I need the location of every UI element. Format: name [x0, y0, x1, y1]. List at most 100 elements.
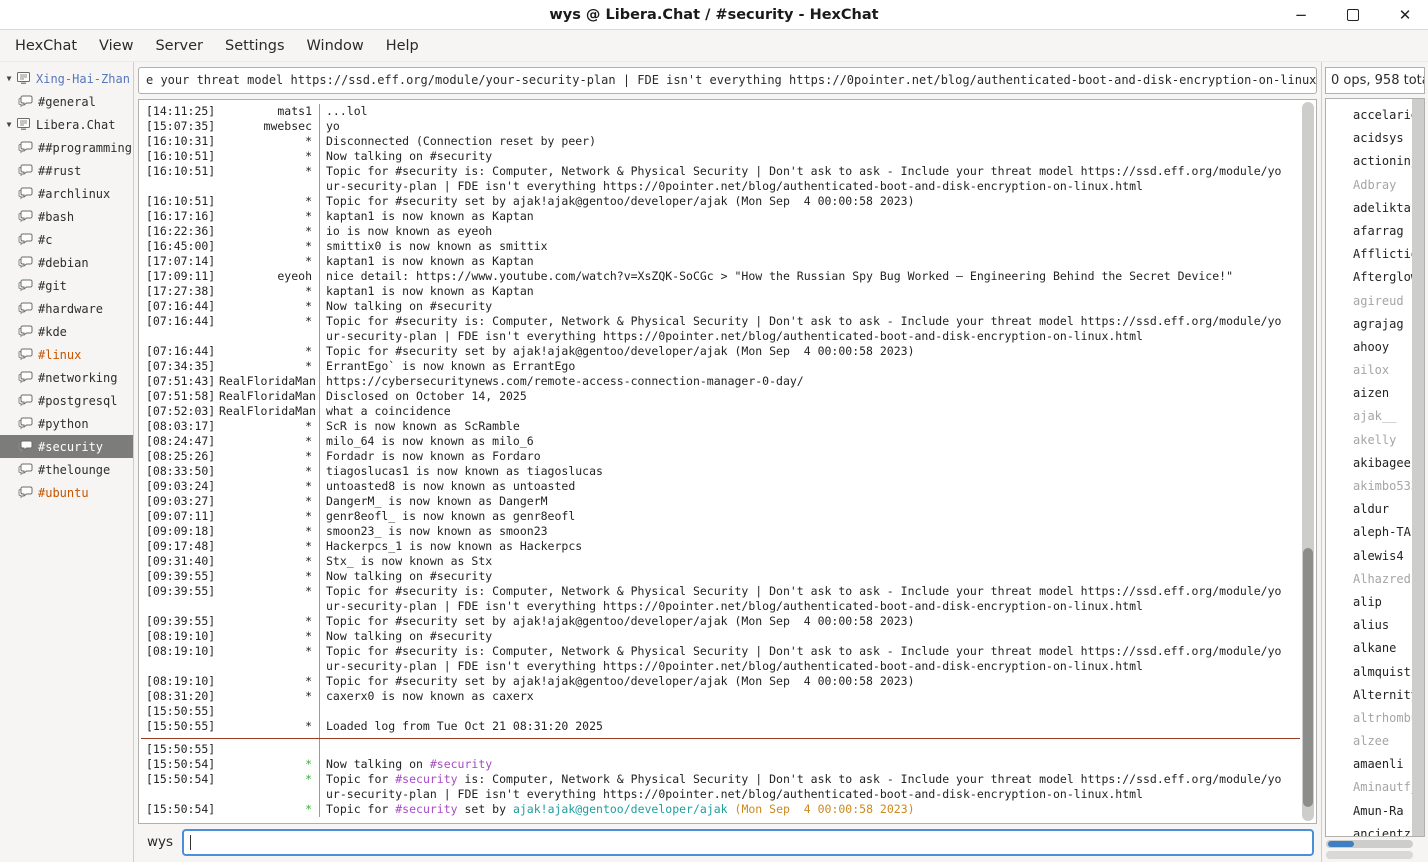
user-list-item[interactable]: akibageek	[1326, 452, 1412, 475]
user-list-item[interactable]: adeliktas	[1326, 197, 1412, 220]
user-list-item[interactable]: ajak__	[1326, 405, 1412, 428]
server-tree: ▼Xing-Hai-Zhan#general▼Libera.Chat##prog…	[0, 62, 134, 862]
user-list-item[interactable]: Aminautf_	[1326, 776, 1412, 799]
message: milo_64 is now known as milo_6	[319, 434, 1300, 449]
message: Topic for #security set by ajak!ajak@gen…	[319, 614, 1300, 629]
userlist-hscrollbar-track[interactable]	[1326, 851, 1413, 859]
sidebar-item-ubuntu[interactable]: #ubuntu	[0, 481, 133, 504]
nick: *	[219, 284, 319, 299]
nick: *	[219, 164, 319, 179]
tree-item-label: Xing-Hai-Zhan	[36, 72, 130, 86]
timestamp: [08:31:20]	[141, 689, 219, 704]
user-list-item[interactable]: alzee	[1326, 730, 1412, 753]
nick: *	[219, 419, 319, 434]
menu-item-help[interactable]: Help	[375, 34, 430, 58]
sidebar-item-bash[interactable]: #bash	[0, 205, 133, 228]
sidebar-item-archlinux[interactable]: #archlinux	[0, 182, 133, 205]
message: Now talking on #security	[319, 299, 1300, 314]
user-list-item[interactable]: altrhombu	[1326, 707, 1412, 730]
user-list-item[interactable]: agrajag	[1326, 313, 1412, 336]
sidebar-item-git[interactable]: #git	[0, 274, 133, 297]
close-icon[interactable]: ✕	[1394, 4, 1416, 26]
sidebar-item-programming[interactable]: ##programming	[0, 136, 133, 159]
user-list-item[interactable]: akimbo533	[1326, 475, 1412, 498]
topic-bar-input[interactable]: e your threat model https://ssd.eff.org/…	[138, 67, 1317, 94]
user-list-item[interactable]: Alhazred	[1326, 568, 1412, 591]
chat-scrollbar-thumb[interactable]	[1303, 548, 1313, 807]
menu-item-window[interactable]: Window	[296, 34, 375, 58]
sidebar-item-rust[interactable]: ##rust	[0, 159, 133, 182]
tree-network-libera.chat[interactable]: ▼Libera.Chat	[0, 113, 133, 136]
minimize-icon[interactable]: −	[1290, 4, 1312, 26]
userlist-hscrollbar[interactable]	[1326, 840, 1413, 848]
menu-item-settings[interactable]: Settings	[214, 34, 295, 58]
sidebar-item-networking[interactable]: #networking	[0, 366, 133, 389]
user-list-item[interactable]: Afterglow	[1326, 266, 1412, 289]
title-bar[interactable]: wys @ Libera.Chat / #security - HexChat …	[0, 0, 1428, 30]
timestamp: [08:25:26]	[141, 449, 219, 464]
sidebar-item-hardware[interactable]: #hardware	[0, 297, 133, 320]
chat-line: [09:39:55]*Now talking on #security	[141, 569, 1300, 584]
maximize-icon[interactable]	[1342, 4, 1364, 26]
userlist-scrollbar-thumb[interactable]	[1412, 99, 1424, 246]
menu-item-view[interactable]: View	[88, 34, 144, 58]
user-list-item[interactable]: Amun-Ra	[1326, 800, 1412, 823]
user-list-item[interactable]: Alternity	[1326, 684, 1412, 707]
channel-icon	[18, 371, 33, 384]
menu-bar: HexChatViewServerSettingsWindowHelp	[0, 30, 1428, 62]
user-list-item[interactable]: alip	[1326, 591, 1412, 614]
user-list-item[interactable]: alius	[1326, 614, 1412, 637]
timestamp: [09:09:18]	[141, 524, 219, 539]
nick: *	[219, 299, 319, 314]
userlist-scrollbar[interactable]	[1412, 99, 1424, 836]
tree-network-xing-hai-zhan[interactable]: ▼Xing-Hai-Zhan	[0, 67, 133, 90]
sidebar-item-postgresql[interactable]: #postgresql	[0, 389, 133, 412]
user-list-item[interactable]: amaenli	[1326, 753, 1412, 776]
user-list-item[interactable]: aldur	[1326, 498, 1412, 521]
nick: *	[219, 719, 319, 734]
timestamp: [15:50:55]	[141, 742, 219, 757]
user-list-item[interactable]: Afflictio	[1326, 243, 1412, 266]
user-list-item[interactable]: ailox	[1326, 359, 1412, 382]
message: Now talking on #security	[319, 149, 1300, 164]
user-list-item[interactable]: almquist	[1326, 661, 1412, 684]
nick: RealFloridaMan	[219, 374, 319, 389]
user-list-item[interactable]: aleph-TA	[1326, 521, 1412, 544]
timestamp: [09:03:24]	[141, 479, 219, 494]
message-input[interactable]	[182, 829, 1314, 856]
menu-item-hexchat[interactable]: HexChat	[4, 34, 88, 58]
message: Disclosed on October 14, 2025	[319, 389, 1300, 404]
nick: *	[219, 629, 319, 644]
nick	[219, 742, 319, 757]
nick: *	[219, 359, 319, 374]
menu-item-server[interactable]: Server	[144, 34, 214, 58]
user-list-item[interactable]: afarrag	[1326, 220, 1412, 243]
chat-scrollbar[interactable]	[1302, 102, 1314, 821]
user-list-item[interactable]: akelly	[1326, 429, 1412, 452]
message: nice detail: https://www.youtube.com/wat…	[319, 269, 1300, 284]
tree-item-label: #debian	[38, 256, 89, 270]
sidebar-item-thelounge[interactable]: #thelounge	[0, 458, 133, 481]
message: Topic for #security is: Computer, Networ…	[319, 644, 1300, 659]
user-list-item[interactable]: alkane	[1326, 637, 1412, 660]
sidebar-item-security[interactable]: #security	[0, 435, 133, 458]
sidebar-item-linux[interactable]: #linux	[0, 343, 133, 366]
userlist-hscrollbar-thumb[interactable]	[1328, 841, 1354, 847]
user-list-item[interactable]: aizen	[1326, 382, 1412, 405]
user-list-item[interactable]: ahooy	[1326, 336, 1412, 359]
user-list-item[interactable]: accelario	[1326, 104, 1412, 127]
user-list-item[interactable]: Adbray	[1326, 174, 1412, 197]
user-list-item[interactable]: ancientz	[1326, 823, 1412, 836]
user-list-item[interactable]: alewis4	[1326, 545, 1412, 568]
sidebar-item-python[interactable]: #python	[0, 412, 133, 435]
user-list-item[interactable]: actioninj	[1326, 150, 1412, 173]
message: ...lol	[319, 104, 1300, 119]
channel-icon	[18, 256, 33, 269]
sidebar-item-general[interactable]: #general	[0, 90, 133, 113]
sidebar-item-debian[interactable]: #debian	[0, 251, 133, 274]
sidebar-item-c[interactable]: #c	[0, 228, 133, 251]
chat-line: [08:03:17]*ScR is now known as ScRamble	[141, 419, 1300, 434]
user-list-item[interactable]: acidsys	[1326, 127, 1412, 150]
sidebar-item-kde[interactable]: #kde	[0, 320, 133, 343]
user-list-item[interactable]: agireud	[1326, 290, 1412, 313]
